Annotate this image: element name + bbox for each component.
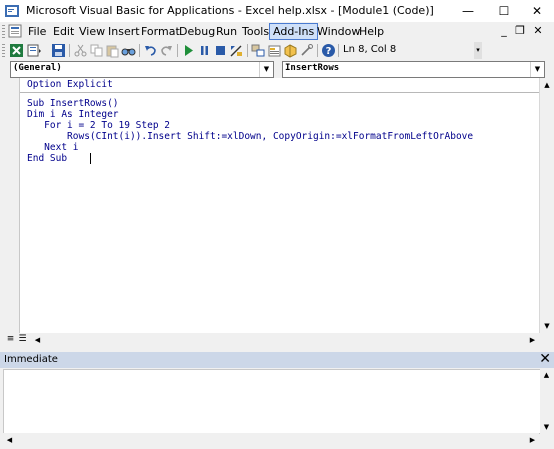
excel-doc-icon[interactable] xyxy=(8,24,22,38)
paste-icon[interactable] xyxy=(105,43,120,58)
toolbar-separator xyxy=(247,44,248,57)
scroll-down-icon[interactable]: ▼ xyxy=(540,319,554,333)
copy-icon[interactable] xyxy=(89,43,104,58)
save-icon[interactable] xyxy=(51,43,66,58)
code-vertical-scrollbar[interactable]: ▲ ▼ xyxy=(539,78,554,333)
scroll-up-icon[interactable]: ▲ xyxy=(540,369,553,382)
minimize-button[interactable]: — xyxy=(451,0,485,22)
scroll-down-icon[interactable]: ▼ xyxy=(540,421,553,434)
code-line: Next i xyxy=(27,142,79,153)
code-horizontal-scrollbar[interactable]: ◀ ▶ xyxy=(31,333,539,347)
maximize-button[interactable]: ☐ xyxy=(487,0,521,22)
scroll-up-icon[interactable]: ▲ xyxy=(540,78,554,92)
full-module-view-icon[interactable]: ☰ xyxy=(17,334,28,345)
menu-run[interactable]: Run xyxy=(213,24,240,39)
menu-tools[interactable]: Tools xyxy=(239,24,272,39)
toolbar-grip[interactable] xyxy=(2,44,5,57)
menu-edit[interactable]: Edit xyxy=(50,24,77,39)
menu-help[interactable]: Help xyxy=(356,24,387,39)
toolbar-separator xyxy=(338,44,339,57)
cursor-position: Ln 8, Col 8 xyxy=(343,44,397,55)
scroll-right-icon[interactable]: ▶ xyxy=(526,333,539,347)
menu-file[interactable]: File xyxy=(25,24,49,39)
code-editor[interactable]: Option Explicit Sub InsertRows() Dim i A… xyxy=(20,78,539,333)
mdi-minimize-button[interactable]: _ xyxy=(497,24,511,37)
code-window-bottom-bar: ≡ ☰ ◀ ▶ xyxy=(3,333,539,347)
margin-indicator-bar[interactable] xyxy=(3,78,20,333)
code-line: Rows(CInt(i)).Insert Shift:=xlDown, Copy… xyxy=(27,131,474,142)
cut-icon[interactable] xyxy=(73,43,88,58)
design-mode-icon[interactable] xyxy=(229,43,244,58)
object-combo[interactable]: (General) ▼ xyxy=(10,61,274,78)
procedure-separator xyxy=(20,92,539,93)
code-line: Sub InsertRows() xyxy=(27,98,119,109)
immediate-header: Immediate ✕ xyxy=(0,351,554,368)
code-line: Dim i As Integer xyxy=(27,109,119,120)
mdi-restore-button[interactable]: ❐ xyxy=(513,24,527,37)
chevron-down-icon[interactable]: ▼ xyxy=(259,62,273,77)
menu-insert[interactable]: Insert xyxy=(105,24,143,39)
menu-view[interactable]: View xyxy=(76,24,108,39)
procedure-combo[interactable]: InsertRows ▼ xyxy=(282,61,545,78)
redo-icon[interactable] xyxy=(159,43,174,58)
window-title: Microsoft Visual Basic for Applications … xyxy=(26,4,434,17)
toolbar-separator xyxy=(69,44,70,57)
scroll-left-icon[interactable]: ◀ xyxy=(31,333,44,347)
scroll-left-icon[interactable]: ◀ xyxy=(3,433,16,447)
code-line: End Sub xyxy=(27,153,68,164)
immediate-pane[interactable] xyxy=(3,369,541,434)
toolbox-icon[interactable] xyxy=(299,43,314,58)
menu-add-ins[interactable]: Add-Ins xyxy=(269,23,319,40)
object-combo-value: (General) xyxy=(13,63,62,73)
reset-icon[interactable] xyxy=(213,43,228,58)
menu-debug[interactable]: Debug xyxy=(176,24,218,39)
find-icon[interactable] xyxy=(121,43,136,58)
procedure-view-icon[interactable]: ≡ xyxy=(5,334,16,345)
scroll-right-icon[interactable]: ▶ xyxy=(526,433,539,447)
code-line: Option Explicit xyxy=(27,79,113,90)
object-browser-icon[interactable] xyxy=(283,43,298,58)
excel-icon[interactable] xyxy=(9,43,24,58)
immediate-vertical-scrollbar[interactable]: ▲ ▼ xyxy=(540,369,553,434)
title-bar: Microsoft Visual Basic for Applications … xyxy=(0,0,554,22)
text-cursor xyxy=(90,153,91,164)
immediate-horizontal-scrollbar[interactable]: ◀ ▶ xyxy=(3,433,539,447)
project-explorer-icon[interactable] xyxy=(251,43,266,58)
insert-module-icon[interactable] xyxy=(27,43,42,58)
vba-app-icon xyxy=(5,5,19,17)
mdi-close-button[interactable]: ✕ xyxy=(531,24,545,37)
menubar-grip[interactable] xyxy=(2,25,5,38)
chevron-down-icon[interactable]: ▼ xyxy=(530,62,544,77)
run-icon[interactable] xyxy=(181,43,196,58)
undo-icon[interactable] xyxy=(143,43,158,58)
code-line: For i = 2 To 19 Step 2 xyxy=(27,120,170,131)
help-icon[interactable]: ? xyxy=(321,43,336,58)
break-icon[interactable] xyxy=(197,43,212,58)
procedure-combo-value: InsertRows xyxy=(285,63,340,73)
menu-bar: File Edit View Insert Format Debug Run T… xyxy=(0,22,554,41)
standard-toolbar: ? Ln 8, Col 8 ▾ xyxy=(0,41,484,60)
toolbar-separator xyxy=(177,44,178,57)
immediate-title: Immediate xyxy=(4,354,58,365)
toolbar-options-button[interactable]: ▾ xyxy=(474,42,482,59)
svg-text:?: ? xyxy=(326,46,332,57)
toolbar-separator xyxy=(317,44,318,57)
properties-icon[interactable] xyxy=(267,43,282,58)
immediate-close-button[interactable]: ✕ xyxy=(539,351,551,367)
toolbar-separator xyxy=(139,44,140,57)
close-button[interactable]: ✕ xyxy=(520,0,554,22)
